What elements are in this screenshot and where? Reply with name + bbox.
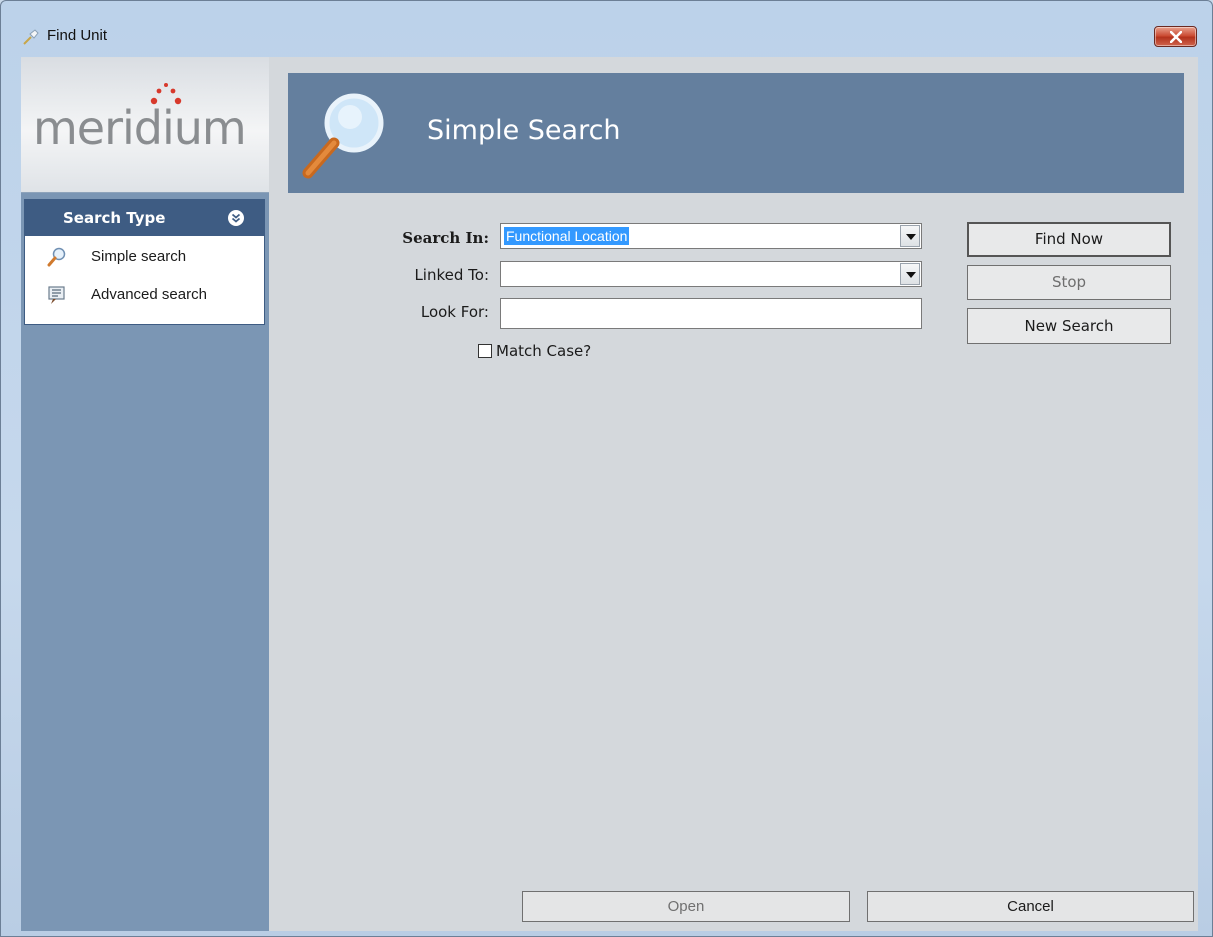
title-bar[interactable]: Find Unit	[1, 1, 1212, 53]
close-button[interactable]	[1154, 26, 1197, 47]
sidebar-item-simple-search[interactable]: Simple search	[25, 242, 264, 272]
cancel-button[interactable]: Cancel	[867, 891, 1194, 922]
new-search-button[interactable]: New Search	[967, 308, 1171, 344]
match-case-checkbox[interactable]	[478, 344, 492, 358]
look-for-label: Look For:	[420, 303, 489, 321]
dropdown-arrow-icon[interactable]	[900, 263, 920, 285]
linked-to-label: Linked To:	[414, 266, 489, 284]
meridium-logo: meridium	[33, 101, 247, 155]
logo-area: meridium	[21, 57, 269, 193]
collapse-chevron-icon[interactable]	[228, 210, 244, 226]
match-case-label: Match Case?	[496, 342, 592, 360]
main-panel: Simple Search Search In: Functional Loca…	[269, 57, 1198, 931]
open-button[interactable]: Open	[522, 891, 850, 922]
linked-to-value	[504, 265, 508, 283]
search-in-dropdown[interactable]: Functional Location	[500, 223, 922, 249]
dropdown-arrow-icon[interactable]	[900, 225, 920, 247]
search-type-panel: Search Type Simple search Advanced searc…	[24, 199, 265, 325]
find-unit-window: Find Unit meridium Search Type Simple se…	[0, 0, 1213, 937]
sidebar-item-advanced-search[interactable]: Advanced search	[25, 280, 264, 310]
look-for-input[interactable]	[500, 298, 922, 329]
search-type-title: Search Type	[63, 209, 166, 227]
linked-to-dropdown[interactable]	[500, 261, 922, 287]
search-in-value: Functional Location	[504, 227, 630, 245]
page-title: Simple Search	[427, 115, 621, 146]
large-magnifier-icon	[294, 85, 394, 189]
advanced-search-icon	[47, 285, 67, 305]
window-title: Find Unit	[47, 27, 108, 44]
dialog-body: meridium Search Type Simple search Advan…	[21, 57, 1198, 931]
find-now-button[interactable]: Find Now	[967, 222, 1171, 257]
sidebar-item-label: Simple search	[91, 248, 187, 265]
sidebar-item-label: Advanced search	[91, 286, 207, 303]
search-in-label: Search In:	[402, 229, 489, 247]
stop-button[interactable]: Stop	[967, 265, 1171, 300]
sidebar: meridium Search Type Simple search Advan…	[21, 57, 269, 931]
search-type-header[interactable]: Search Type	[25, 200, 264, 236]
search-banner: Simple Search	[288, 73, 1184, 193]
pin-icon	[21, 27, 41, 47]
magnifier-icon	[47, 247, 67, 267]
